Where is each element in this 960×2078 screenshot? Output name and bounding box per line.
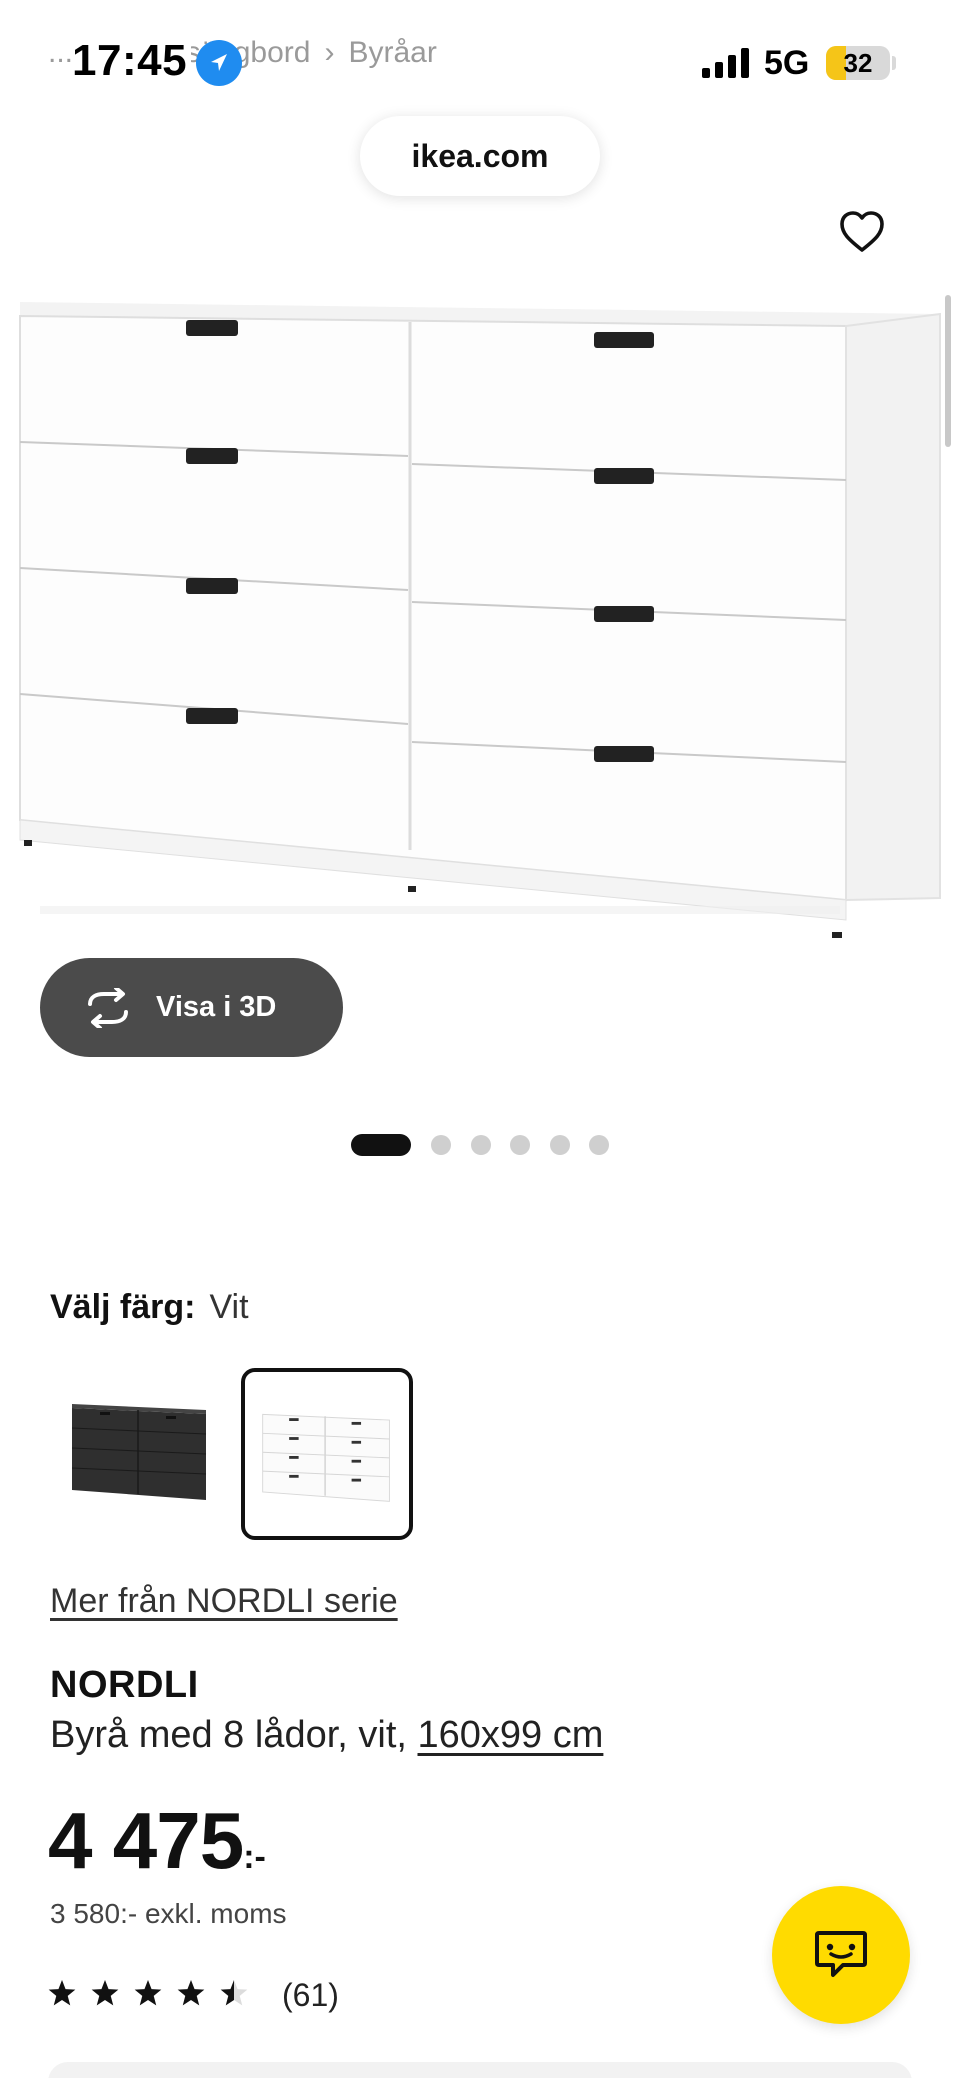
rating-star-2 <box>91 1980 119 2006</box>
pagination-dot-2[interactable] <box>431 1135 451 1155</box>
product-price: 4 475:- <box>48 1795 266 1887</box>
color-label: Välj färg: <box>50 1288 196 1326</box>
price-suffix: :- <box>243 1838 266 1876</box>
series-link[interactable]: Mer från NORDLI serie <box>50 1582 398 1621</box>
rating-star-4 <box>177 1980 205 2006</box>
breadcrumb-item-dressers[interactable]: Byråar <box>348 36 436 69</box>
breadcrumb-separator: › <box>324 36 335 69</box>
scroll-indicator[interactable] <box>945 295 951 447</box>
heart-icon <box>840 211 884 252</box>
network-type: 5G <box>764 44 810 82</box>
selected-color: Vit <box>209 1288 249 1326</box>
price-amount: 4 475 <box>48 1796 244 1885</box>
color-selector-label: Välj färg: Vit <box>50 1288 249 1327</box>
product-rating[interactable]: (61) <box>48 1977 408 2013</box>
black-dresser-thumbnail <box>71 1404 207 1500</box>
rating-star-5 <box>220 1980 248 2006</box>
product-size-link[interactable]: 160x99 cm <box>418 1714 604 1756</box>
color-swatch-white[interactable] <box>241 1368 413 1540</box>
bottom-panel <box>48 2062 912 2078</box>
rating-star-3 <box>134 1980 162 2006</box>
status-bar: ...Byrå & sängbord›Byråar 17:45 5G 32 <box>0 0 960 110</box>
product-name: NORDLI <box>50 1664 199 1706</box>
review-count[interactable]: (61) <box>282 1977 339 2013</box>
location-arrow-icon <box>196 40 242 86</box>
url-bar[interactable]: ikea.com <box>360 116 600 196</box>
chat-icon <box>815 1931 867 1977</box>
view-3d-button[interactable]: Visa i 3D <box>40 958 343 1057</box>
cellular-signal-icon <box>702 48 750 78</box>
battery-icon: 32 <box>826 46 890 80</box>
color-swatch-black[interactable] <box>54 1368 226 1540</box>
image-pagination <box>351 1134 611 1156</box>
product-description-text: Byrå med 8 lådor, vit, <box>50 1714 407 1756</box>
battery-percent: 32 <box>843 48 873 78</box>
view-3d-label: Visa i 3D <box>156 991 277 1023</box>
battery-tip <box>892 56 896 70</box>
rating-star-1 <box>48 1980 76 2006</box>
chat-button[interactable] <box>772 1886 910 2024</box>
price-excl-vat: 3 580:- exkl. moms <box>50 1898 287 1929</box>
pagination-dot-1[interactable] <box>351 1134 411 1156</box>
rotate-3d-icon <box>88 988 128 1028</box>
rating-stars <box>48 1980 248 2006</box>
product-image[interactable] <box>0 280 960 960</box>
favorite-heart-button[interactable] <box>836 206 888 258</box>
clock: 17:45 <box>72 36 192 86</box>
product-description: Byrå med 8 lådor, vit, 160x99 cm <box>50 1714 603 1757</box>
pagination-dot-3[interactable] <box>471 1135 491 1155</box>
breadcrumb-ellipsis[interactable]: ... <box>48 36 73 69</box>
pagination-dot-5[interactable] <box>550 1135 570 1155</box>
pagination-dot-6[interactable] <box>589 1135 609 1155</box>
white-dresser-thumbnail <box>262 1413 390 1502</box>
pagination-dot-4[interactable] <box>510 1135 530 1155</box>
